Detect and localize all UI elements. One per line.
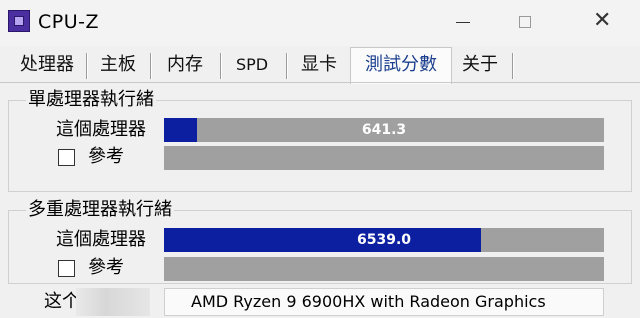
single-this-cpu-score: 641.3 bbox=[361, 122, 407, 138]
tab-divider bbox=[0, 82, 640, 83]
single-reference-bar[interactable] bbox=[164, 146, 604, 170]
maximize-button[interactable] bbox=[502, 6, 548, 38]
tab-bar: 处理器 主板 内存 SPD 显卡 測試分數 关于 bbox=[0, 47, 640, 84]
single-thread-title: 單處理器執行緒 bbox=[26, 89, 156, 111]
cpu-name-field: AMD Ryzen 9 6900HX with Radeon Graphics bbox=[164, 288, 604, 316]
cpu-z-app-icon bbox=[8, 10, 30, 32]
tab-about[interactable]: 关于 bbox=[454, 49, 506, 81]
maximize-icon bbox=[519, 16, 531, 28]
tab-spd[interactable]: SPD bbox=[226, 49, 278, 81]
multi-this-cpu-score: 6539.0 bbox=[356, 232, 412, 248]
close-button[interactable]: ✕ bbox=[578, 6, 624, 38]
single-reference-label: 參考 bbox=[88, 146, 124, 167]
multi-reference-label: 參考 bbox=[88, 257, 124, 278]
close-icon: ✕ bbox=[593, 8, 612, 33]
multi-reference-bar[interactable] bbox=[164, 257, 604, 281]
tab-memory[interactable]: 内存 bbox=[156, 49, 214, 81]
minimize-icon bbox=[456, 22, 470, 23]
footer-this-label: 这个 bbox=[44, 291, 80, 312]
single-this-cpu-label: 這個處理器 bbox=[56, 119, 146, 140]
tab-mainboard[interactable]: 主板 bbox=[92, 49, 144, 81]
multi-reference-checkbox[interactable] bbox=[58, 260, 75, 277]
multi-thread-title: 多重處理器執行緒 bbox=[26, 199, 174, 221]
tab-processor[interactable]: 处理器 bbox=[12, 49, 82, 81]
tab-graphics[interactable]: 显卡 bbox=[292, 49, 346, 81]
single-reference-checkbox[interactable] bbox=[58, 149, 75, 166]
tab-bench[interactable]: 測試分數 bbox=[350, 47, 452, 84]
window-title: CPU-Z bbox=[38, 11, 100, 33]
title-bar: CPU-Z ✕ bbox=[0, 0, 640, 46]
multi-this-cpu-bar: 6539.0 bbox=[164, 228, 604, 252]
redacted-region bbox=[76, 288, 150, 316]
single-this-cpu-bar: 641.3 bbox=[164, 118, 604, 142]
multi-this-cpu-label: 這個處理器 bbox=[56, 229, 146, 250]
minimize-button[interactable] bbox=[440, 6, 486, 38]
